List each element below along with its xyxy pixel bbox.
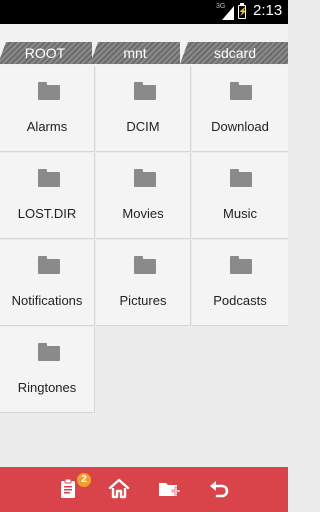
signal-icon [222, 6, 234, 20]
folder-item[interactable]: DCIM [96, 66, 191, 152]
folder-label: LOST.DIR [17, 206, 77, 221]
folder-icon [38, 256, 60, 274]
breadcrumb-label: sdcard [213, 45, 257, 61]
home-icon[interactable] [107, 477, 131, 501]
folder-label: Pictures [119, 293, 167, 308]
breadcrumb-label: mnt [123, 45, 147, 61]
folder-label: Alarms [26, 119, 68, 134]
folder-icon [230, 256, 252, 274]
breadcrumb: ROOT mnt sdcard [0, 24, 288, 66]
undo-icon[interactable] [207, 477, 231, 501]
breadcrumb-label: ROOT [24, 45, 66, 61]
folder-item[interactable]: Download [192, 66, 288, 152]
breadcrumb-mnt[interactable]: mnt [90, 42, 180, 64]
folder-item[interactable]: LOST.DIR [0, 153, 95, 239]
new-folder-icon[interactable] [157, 477, 181, 501]
folder-icon [230, 169, 252, 187]
folder-item[interactable]: Pictures [96, 240, 191, 326]
folder-item[interactable]: Alarms [0, 66, 95, 152]
folder-icon [38, 82, 60, 100]
breadcrumb-root[interactable]: ROOT [0, 42, 92, 64]
bottom-toolbar: 2 [0, 467, 288, 512]
folder-item[interactable]: Music [192, 153, 288, 239]
folder-item[interactable]: Ringtones [0, 327, 95, 413]
folder-icon [38, 169, 60, 187]
folder-icon [230, 82, 252, 100]
folder-icon [38, 343, 60, 361]
breadcrumb-sdcard[interactable]: sdcard [180, 42, 288, 64]
status-bar: 3G 2:13 [0, 0, 288, 24]
folder-icon [134, 82, 156, 100]
folder-item[interactable]: Notifications [0, 240, 95, 326]
folder-item[interactable]: Movies [96, 153, 191, 239]
folder-label: Ringtones [17, 380, 77, 395]
clock: 2:13 [253, 2, 283, 19]
folder-label: DCIM [126, 119, 160, 134]
folder-label: Music [223, 206, 257, 221]
folder-label: Download [211, 119, 269, 134]
folder-item[interactable]: Podcasts [192, 240, 288, 326]
folder-label: Notifications [11, 293, 83, 308]
folder-icon [134, 256, 156, 274]
folder-label: Movies [122, 206, 164, 221]
folder-icon [134, 169, 156, 187]
clipboard-count-badge: 2 [77, 473, 91, 487]
battery-icon [238, 3, 248, 19]
folder-label: Podcasts [213, 293, 267, 308]
